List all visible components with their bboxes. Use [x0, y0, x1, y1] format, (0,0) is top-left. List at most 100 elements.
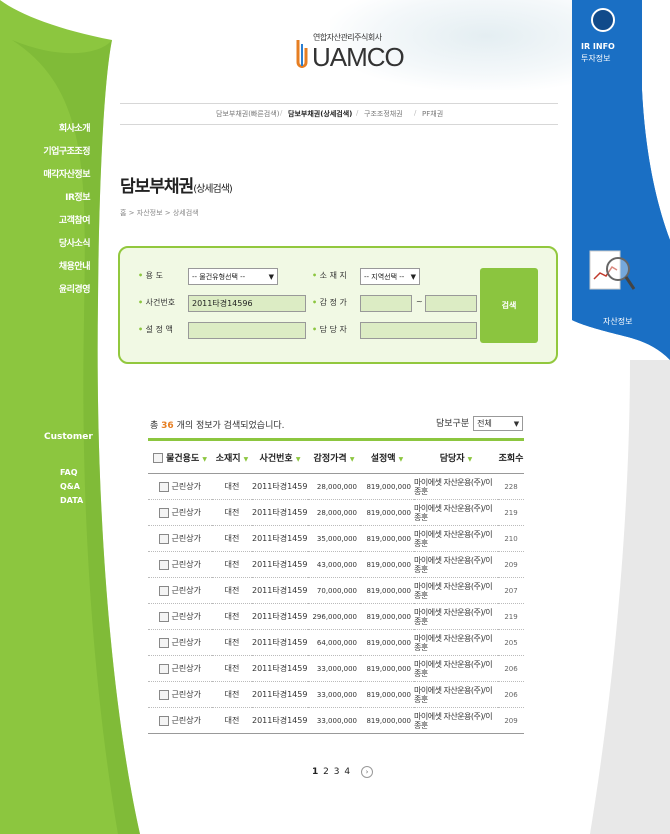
- table-row[interactable]: 근린상가 대전 2011타경14596 296,000,000 819,000,000 마…: [148, 603, 524, 630]
- sidebar-item-restructuring[interactable]: 기업구조조정: [40, 141, 90, 164]
- cell-usage-text: 근린상가: [171, 586, 201, 595]
- cell-usage-text: 근린상가: [171, 638, 201, 647]
- cell-appraisal-text: 33,000,000: [316, 664, 357, 673]
- cell-usage[interactable]: 근린상가: [148, 473, 212, 500]
- col-setting[interactable]: 설정액 ▼: [360, 438, 414, 474]
- setting-amount-input[interactable]: [188, 322, 306, 339]
- cell-usage[interactable]: 근린상가: [148, 525, 212, 552]
- col-case[interactable]: 사건번호 ▼: [252, 438, 308, 474]
- cell-case-text: 2011타경14596: [252, 586, 308, 595]
- cell-setting-text: 819,000,000: [366, 690, 411, 699]
- cell-setting: 819,000,000: [360, 681, 414, 708]
- row-checkbox[interactable]: [159, 533, 169, 544]
- case-number-input[interactable]: 2011타경14596: [188, 295, 306, 312]
- sidebar-item-recruit[interactable]: 채용안내: [40, 256, 91, 279]
- table-row[interactable]: 근린상가 대전 2011타경14596 28,000,000 819,000,000 마이…: [148, 473, 524, 500]
- table-row[interactable]: 근린상가 대전 2011타경14596 33,000,000 819,000,000 마이…: [148, 655, 524, 682]
- select-all-checkbox[interactable]: [152, 453, 163, 463]
- row-checkbox[interactable]: [159, 611, 169, 622]
- table-row[interactable]: 근린상가 대전 2011타경14596 43,000,000 819,000,000 마이…: [148, 551, 524, 578]
- cell-location: 대전: [212, 603, 252, 630]
- cell-usage[interactable]: 근린상가: [148, 499, 212, 526]
- cell-location-text: 대전: [224, 534, 240, 543]
- cell-case: 2011타경14596: [252, 551, 308, 578]
- cell-usage[interactable]: 근린상가: [148, 681, 212, 708]
- cell-appraisal-text: 33,000,000: [316, 690, 357, 699]
- tab-quick-search[interactable]: 담보부채권(빠른검색): [216, 109, 279, 119]
- appraisal-max-input[interactable]: [425, 295, 477, 312]
- row-checkbox[interactable]: [159, 481, 169, 492]
- row-checkbox[interactable]: [159, 715, 169, 726]
- table-row[interactable]: 근린상가 대전 2011타경14596 64,000,000 819,000,000 마이…: [148, 629, 524, 656]
- cell-location-text: 대전: [224, 638, 240, 647]
- page-link[interactable]: 2: [323, 767, 329, 777]
- cell-usage[interactable]: 근린상가: [148, 655, 212, 682]
- usage-select[interactable]: -- 물건유형선택 -- ▼: [188, 268, 278, 285]
- cell-case-text: 2011타경14596: [252, 664, 308, 673]
- sidebar-item-news[interactable]: 당사소식: [40, 233, 91, 256]
- table-row[interactable]: 근린상가 대전 2011타경14596 28,000,000 819,000,000 마이…: [148, 499, 524, 526]
- cell-usage-text: 근린상가: [171, 612, 201, 621]
- cell-usage[interactable]: 근린상가: [148, 707, 212, 734]
- col-location[interactable]: 소재지 ▼: [212, 438, 252, 474]
- cell-case-text: 2011타경14596: [252, 612, 308, 621]
- table-row[interactable]: 근린상가 대전 2011타경14596 70,000,000 819,000,000 마이…: [148, 577, 524, 604]
- sidebar-item-ethics[interactable]: 윤리경영: [40, 279, 91, 302]
- cell-case-text: 2011타경14596: [252, 534, 308, 543]
- cell-setting: 819,000,000: [360, 707, 414, 734]
- page-link[interactable]: 1: [312, 767, 318, 777]
- tab-detail-search[interactable]: 담보부채권(상세검색): [288, 109, 352, 119]
- collateral-select[interactable]: 전체 ▼: [473, 416, 524, 431]
- sidebar-item-assets[interactable]: 매각자산정보: [40, 164, 90, 187]
- page-link[interactable]: 4: [344, 767, 350, 777]
- setting-label: • 설 정 액: [138, 325, 173, 334]
- cell-manager: 마이에셋 자산운용(주)/이종훈: [414, 473, 498, 500]
- cell-manager: 마이에셋 자산운용(주)/이종훈: [414, 577, 498, 604]
- appraisal-min-input[interactable]: [360, 295, 412, 312]
- qna-link[interactable]: Q&A: [60, 480, 83, 494]
- location-select[interactable]: -- 지역선택 -- ▼: [360, 268, 420, 285]
- col-usage[interactable]: 물건용도 ▼: [148, 438, 212, 474]
- cell-views-text: 210: [504, 534, 518, 543]
- ir-info-tab[interactable]: IR INFO 투자정보: [572, 0, 642, 90]
- uamco-logo[interactable]: 연합자산관리주식회사 UAMCO: [294, 24, 405, 74]
- sidebar-item-customer[interactable]: 고객참여: [40, 210, 91, 233]
- manager-input[interactable]: [360, 322, 477, 339]
- cell-manager: 마이에셋 자산운용(주)/이종훈: [414, 655, 498, 682]
- sub-tabs: 담보부채권(빠른검색) / 담보부채권(상세검색) / 구조조정채권 / PF채…: [120, 103, 558, 125]
- cell-setting: 819,000,000: [360, 525, 414, 552]
- next-page-icon[interactable]: ›: [360, 766, 373, 778]
- page-link[interactable]: 3: [334, 767, 340, 777]
- faq-link[interactable]: FAQ: [60, 466, 83, 480]
- cell-usage[interactable]: 근린상가: [148, 551, 212, 578]
- col-appraisal[interactable]: 감정가격 ▼: [308, 438, 360, 474]
- table-row[interactable]: 근린상가 대전 2011타경14596 33,000,000 819,000,000 마이…: [148, 681, 524, 708]
- cell-views-text: 209: [504, 716, 518, 725]
- row-checkbox[interactable]: [159, 663, 169, 674]
- row-checkbox[interactable]: [159, 585, 169, 596]
- results-table: 물건용도 ▼ 소재지 ▼ 사건번호 ▼ 감정가격 ▼ 설정액 ▼ 담당자 ▼ 조…: [148, 438, 524, 734]
- row-checkbox[interactable]: [159, 637, 169, 648]
- row-checkbox[interactable]: [159, 559, 169, 570]
- globe-icon: [591, 8, 615, 32]
- data-link[interactable]: DATA: [60, 494, 83, 508]
- sidebar-item-company[interactable]: 회사소개: [40, 118, 91, 141]
- search-button[interactable]: 검색: [480, 268, 538, 343]
- tab-pf[interactable]: PF채권: [422, 109, 443, 119]
- cell-appraisal-text: 28,000,000: [316, 508, 357, 517]
- sidebar-item-ir[interactable]: IR정보: [40, 187, 90, 210]
- asset-info-label[interactable]: 자산정보: [603, 316, 632, 327]
- col-manager[interactable]: 담당자 ▼: [414, 438, 498, 474]
- table-row[interactable]: 근린상가 대전 2011타경14596 33,000,000 819,000,000 마이…: [148, 707, 524, 734]
- cell-usage[interactable]: 근린상가: [148, 577, 212, 604]
- table-row[interactable]: 근린상가 대전 2011타경14596 35,000,000 819,000,000 마이…: [148, 525, 524, 552]
- page-title: 담보부채권(상세검색): [120, 177, 233, 197]
- tab-restructuring[interactable]: 구조조정채권: [364, 109, 403, 119]
- cell-usage[interactable]: 근린상가: [148, 629, 212, 656]
- row-checkbox[interactable]: [159, 507, 169, 518]
- cell-location: 대전: [212, 707, 252, 734]
- magnifier-chart-icon[interactable]: [586, 245, 636, 305]
- cell-usage[interactable]: 근린상가: [148, 603, 212, 630]
- row-checkbox[interactable]: [159, 689, 169, 700]
- cell-location: 대전: [212, 525, 252, 552]
